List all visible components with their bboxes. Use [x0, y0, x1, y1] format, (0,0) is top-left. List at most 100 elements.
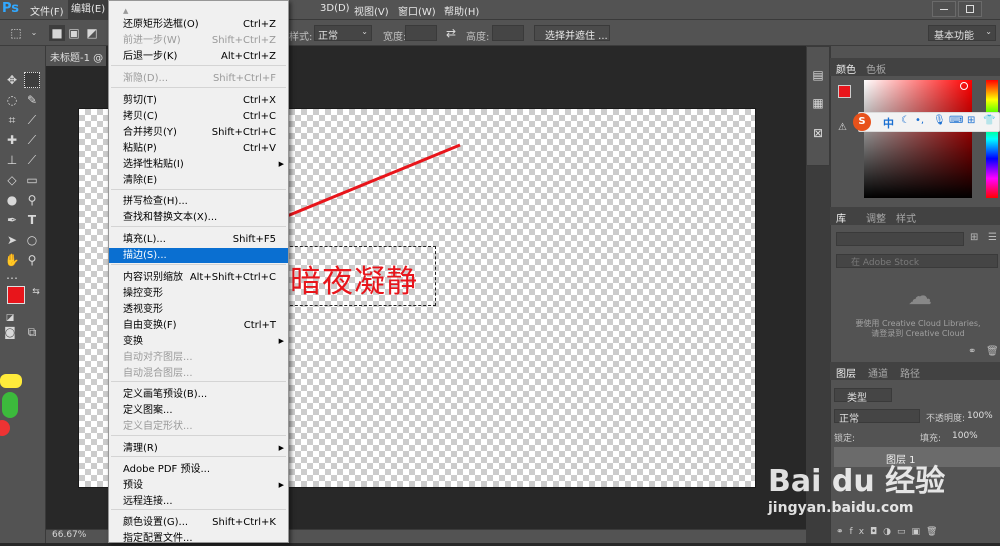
edit-menu-item[interactable]: 内容识别缩放 Alt+Shift+Ctrl+C: [109, 270, 288, 285]
skin-icon[interactable]: 👕: [983, 115, 995, 126]
edit-menu-item[interactable]: 远程连接...: [109, 494, 288, 509]
menu-item-label: 合并拷贝(Y): [123, 127, 177, 138]
keyboard-icon[interactable]: ⌨: [949, 115, 963, 126]
edit-menu-item[interactable]: 操控变形: [109, 286, 288, 301]
edit-menu-item[interactable]: 粘贴(P) Ctrl+V: [109, 141, 288, 156]
zoom-level[interactable]: 66.67%: [52, 530, 86, 540]
edit-menu-item[interactable]: 后退一步(K) Alt+Ctrl+Z: [109, 49, 288, 64]
menu-item-label: 渐隐(D)...: [123, 73, 169, 84]
menu-item-shortcut: Ctrl+C: [242, 111, 276, 122]
fill-value[interactable]: 100%: [952, 431, 978, 441]
list-view-icon[interactable]: ☰: [988, 232, 997, 243]
menu-item-shortcut: Ctrl+Z: [242, 19, 276, 30]
edit-menu-dropdown: ▲ 还原矩形选框(O) Ctrl+Z 前进一步(W) Shift+Ctrl+Z 后退一步(…: [108, 0, 289, 546]
blend-mode-select[interactable]: 正常: [834, 409, 920, 425]
edit-menu-item[interactable]: 还原矩形选框(O) Ctrl+Z: [109, 17, 288, 32]
fill-label: 填充:: [920, 434, 942, 444]
menu-item-label: ▲: [123, 7, 129, 15]
edit-menu-item[interactable]: Adobe PDF 预设...: [109, 462, 288, 477]
sogou-logo-icon: S: [853, 113, 871, 131]
history-icon[interactable]: ▤: [810, 67, 826, 83]
color-picker-field[interactable]: [864, 80, 972, 198]
edit-menu-item[interactable]: 定义图案...: [109, 403, 288, 418]
submenu-arrow-icon: ▶: [278, 444, 284, 452]
layers-panel-tabs: 图层 通道 路径: [830, 362, 1000, 380]
edit-menu-item: 定义自定形状...: [109, 419, 288, 434]
edit-menu-item[interactable]: 颜色设置(G)... Shift+Ctrl+K: [109, 515, 288, 530]
trash-icon[interactable]: 🗑: [986, 346, 999, 357]
properties-icon[interactable]: ▦: [810, 95, 826, 111]
edit-menu-item[interactable]: 查找和替换文本(X)...: [109, 210, 288, 225]
creative-cloud-icon: ☁: [908, 282, 932, 310]
layer-kind-filter[interactable]: 类型: [834, 388, 892, 404]
stock-search-input[interactable]: 在 Adobe Stock: [836, 254, 998, 268]
submenu-arrow-icon: ▶: [278, 481, 284, 489]
library-select[interactable]: [836, 232, 964, 246]
menu-item-shortcut: Ctrl+T: [243, 320, 276, 331]
edit-menu-item[interactable]: 描边(S)...: [109, 248, 288, 263]
edit-menu-item[interactable]: 定义画笔预设(B)...: [109, 387, 288, 402]
grid-view-icon[interactable]: ⊞: [970, 232, 978, 243]
hue-slider[interactable]: [986, 80, 998, 198]
menu-item-label: 定义自定形状...: [123, 421, 193, 432]
edit-menu-item[interactable]: 预设 ▶: [109, 478, 288, 493]
edit-menu-item[interactable]: 剪切(T) Ctrl+X: [109, 93, 288, 108]
menu-item-label: 填充(L)...: [123, 234, 166, 245]
moon-icon[interactable]: ☾: [901, 115, 910, 126]
color-fg-swatch[interactable]: [838, 85, 851, 98]
sogou-ime-bar[interactable]: S 中 ☾ •, 🎙 ⌨ ⊞ 👕: [853, 112, 1000, 132]
menu-item-label: 指定配置文件...: [123, 533, 193, 544]
toolbox-icon[interactable]: ⊞: [967, 115, 975, 126]
paragraph-icon[interactable]: ⊠: [810, 125, 826, 141]
mic-icon[interactable]: 🎙: [933, 115, 946, 126]
menu-separator: [111, 87, 286, 88]
edit-menu-item[interactable]: 选择性粘贴(I) ▶: [109, 157, 288, 172]
edit-menu-item[interactable]: 自由变换(F) Ctrl+T: [109, 318, 288, 333]
edit-menu-item[interactable]: 拷贝(C) Ctrl+C: [109, 109, 288, 124]
menu-item-label: 内容识别缩放: [123, 272, 183, 283]
baidu-watermark-url: jingyan.baidu.com: [768, 500, 914, 516]
tab-layers[interactable]: 图层: [836, 365, 856, 380]
edit-menu-item[interactable]: 透视变形: [109, 302, 288, 317]
edit-menu-item[interactable]: 变换 ▶: [109, 334, 288, 349]
tab-channels[interactable]: 通道: [868, 365, 888, 380]
menu-item-label: 选择性粘贴(I): [123, 159, 184, 170]
edit-menu-item: 渐隐(D)... Shift+Ctrl+F: [109, 71, 288, 86]
tab-styles[interactable]: 样式: [896, 210, 916, 225]
tab-swatches[interactable]: 色板: [866, 61, 886, 76]
tab-adjustments[interactable]: 调整: [866, 210, 886, 225]
menu-item-label: 查找和替换文本(X)...: [123, 212, 218, 223]
edit-menu-item[interactable]: 拼写检查(H)...: [109, 194, 288, 209]
layers-footer-icons[interactable]: ⚭fx◘◑▭▣🗑: [836, 527, 943, 537]
edit-menu-item[interactable]: 清除(E): [109, 173, 288, 188]
menu-item-shortcut: Alt+Ctrl+Z: [221, 51, 276, 62]
menu-item-label: 自动对齐图层...: [123, 352, 193, 363]
ime-chinese-mode[interactable]: 中: [883, 115, 894, 131]
edit-menu-item: 自动混合图层...: [109, 366, 288, 381]
menu-item-label: 粘贴(P): [123, 143, 157, 154]
tab-paths[interactable]: 路径: [900, 365, 920, 380]
menu-separator: [111, 189, 286, 190]
menu-item-label: 定义图案...: [123, 405, 173, 416]
menu-item-shortcut: Ctrl+V: [242, 143, 276, 154]
submenu-arrow-icon: ▶: [278, 160, 284, 168]
menu-item-label: 描边(S)...: [123, 250, 167, 261]
menu-item-shortcut: Shift+Ctrl+C: [211, 127, 276, 138]
punctuation-icon[interactable]: •,: [915, 115, 924, 126]
color-picker-cursor[interactable]: [960, 82, 968, 90]
menu-item-label: 定义画笔预设(B)...: [123, 389, 208, 400]
menu-separator: [111, 264, 286, 265]
menu-item-label: Adobe PDF 预设...: [123, 464, 211, 475]
edit-menu-item[interactable]: 填充(L)... Shift+F5: [109, 232, 288, 247]
cc-sync-icon[interactable]: ⚭: [968, 346, 976, 357]
tab-library[interactable]: 库: [836, 210, 846, 225]
menu-item-label: 前进一步(W): [123, 35, 181, 46]
edit-menu-item: 自动对齐图层...: [109, 350, 288, 365]
edit-menu-item[interactable]: 清理(R) ▶: [109, 441, 288, 456]
tab-color[interactable]: 颜色: [836, 61, 856, 76]
opacity-value[interactable]: 100%: [967, 411, 993, 421]
edit-menu-item[interactable]: 合并拷贝(Y) Shift+Ctrl+C: [109, 125, 288, 140]
edit-menu-item[interactable]: 指定配置文件...: [109, 531, 288, 546]
menu-item-label: 剪切(T): [123, 95, 157, 106]
menu-separator: [111, 226, 286, 227]
